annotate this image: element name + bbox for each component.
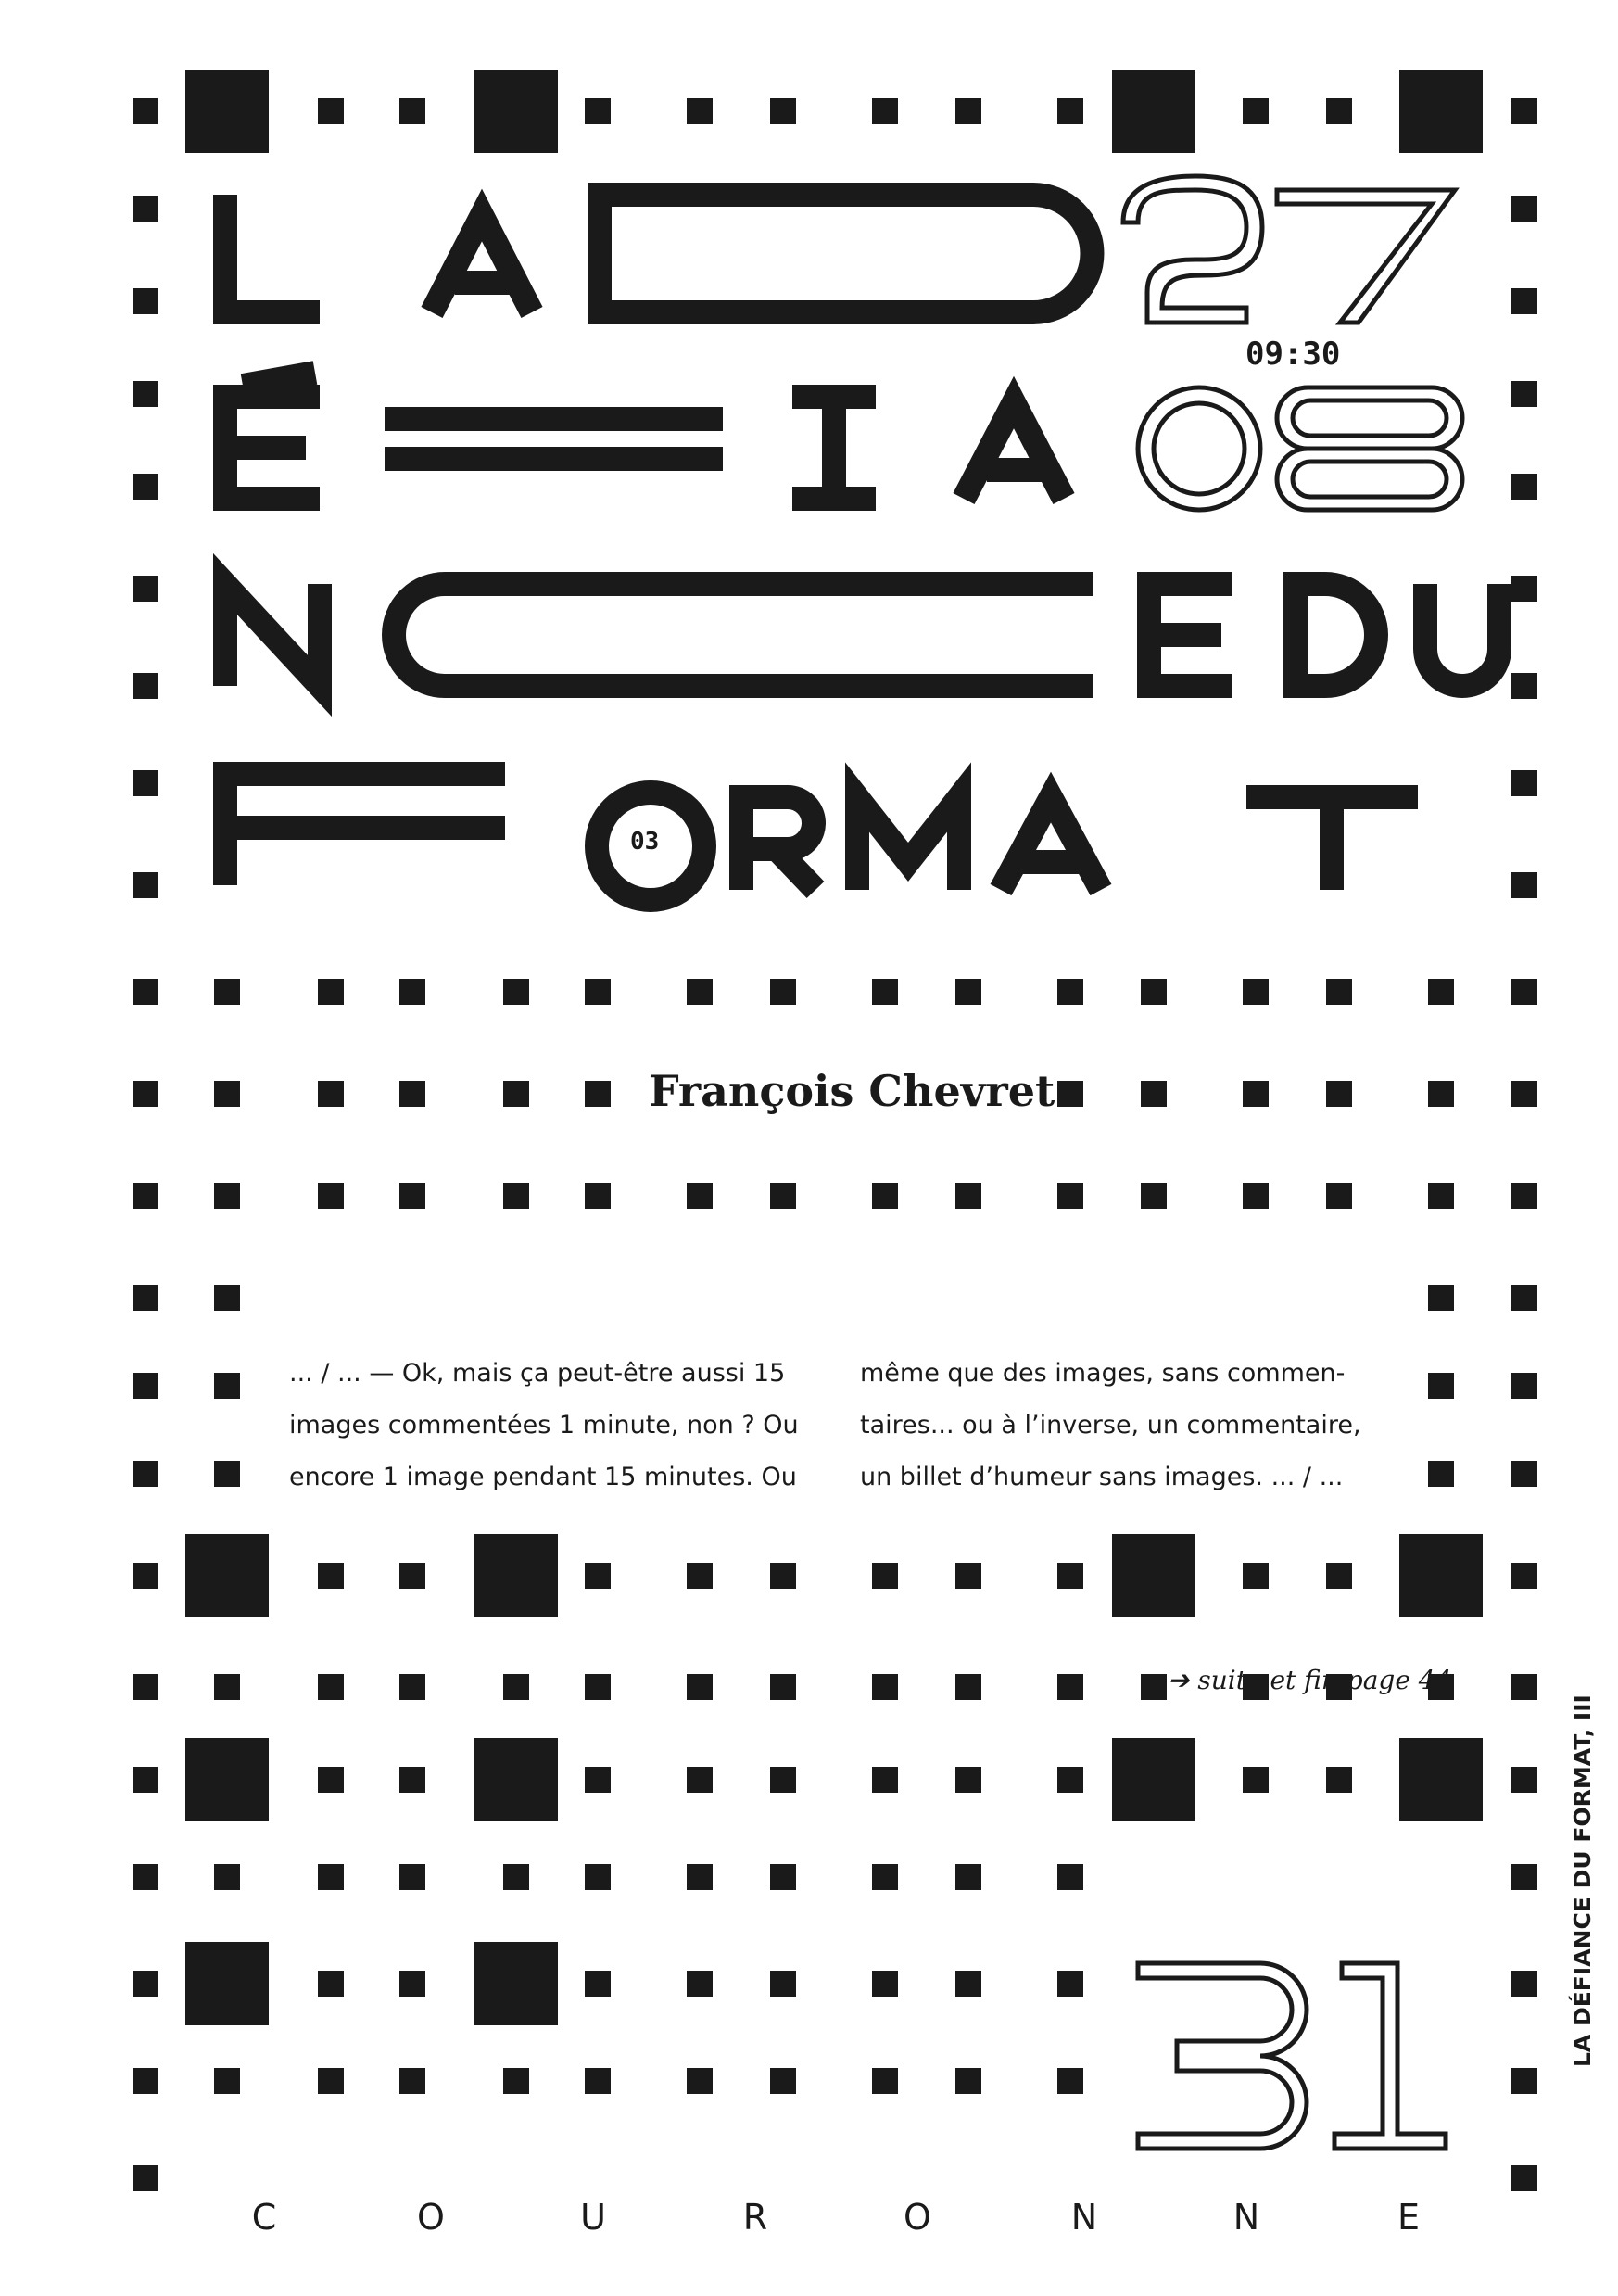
- title-letter-a-second: [953, 375, 1075, 504]
- title-letter-r: [729, 785, 826, 898]
- title-letter-e: [1137, 572, 1232, 698]
- title-letter-a: [421, 188, 543, 318]
- publication-letter: C: [251, 2197, 277, 2238]
- publication-letter: N: [1232, 2197, 1260, 2238]
- title-letter-f-long: [385, 407, 723, 471]
- publication-letter: O: [904, 2197, 931, 2238]
- title-letter-i: [792, 385, 876, 511]
- title-lettering: [213, 173, 1511, 2151]
- publication-letter: R: [742, 2197, 768, 2238]
- title-letter-u: [1413, 584, 1511, 698]
- body-text-column-2: même que des images, sans commen- taires…: [860, 1359, 1361, 1491]
- title-letter-m: [845, 762, 971, 890]
- page-number-numerals: [1135, 1960, 1448, 2151]
- title-letter-l: [213, 195, 320, 324]
- title-letter-n: [213, 552, 332, 717]
- page: 09:30 03 François Chevret ... / ... — Ok…: [0, 0, 1618, 2296]
- continuation-note: ➔ suite et fin page 44: [1168, 1665, 1452, 1695]
- date-month-numerals: [1135, 385, 1465, 513]
- title-letter-e-acute: [213, 361, 320, 511]
- running-title: LA DÉFIANCE DU FORMAT, III: [1569, 1694, 1596, 2067]
- title-letter-t: [1246, 785, 1418, 890]
- title-letter-a-umlaut: [990, 771, 1112, 896]
- publication-letter: N: [1070, 2197, 1098, 2238]
- time-label: 09:30: [1245, 336, 1341, 373]
- title-letter-f-wide: [213, 762, 505, 885]
- author-name: François Chevret: [649, 1066, 1055, 1116]
- date-day-numerals: [1120, 173, 1460, 325]
- publication-letter: O: [417, 2197, 445, 2238]
- publication-letter: U: [580, 2197, 606, 2238]
- title-letter-d: [1283, 572, 1388, 698]
- publication-letter: E: [1397, 2197, 1420, 2238]
- title-letter-c-long: [382, 572, 1093, 698]
- title-letter-d-long: [588, 183, 1105, 324]
- body-text-column-1: ... / ... — Ok, mais ça peut-être aussi …: [289, 1359, 799, 1491]
- issue-number: 03: [630, 828, 660, 856]
